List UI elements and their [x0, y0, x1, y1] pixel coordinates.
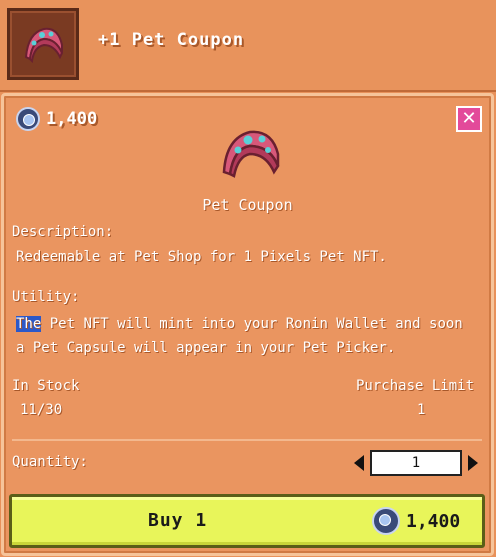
close-icon: ✕	[461, 108, 477, 129]
quantity-decrease-icon[interactable]	[354, 455, 364, 471]
quantity-label: Quantity:	[12, 454, 88, 470]
item-price: 1,400	[16, 107, 97, 131]
utility-text-line1: The Pet NFT will mint into your Ronin Wa…	[16, 312, 463, 336]
in-stock-value: 11/30	[20, 402, 63, 418]
item-name: Pet Coupon	[202, 196, 293, 214]
utility-text-line1-rest: Pet NFT will mint into your Ronin Wallet…	[41, 316, 463, 332]
quantity-input[interactable]: 1	[370, 450, 462, 476]
pixel-coin-icon	[16, 107, 40, 131]
utility-label: Utility:	[12, 289, 80, 305]
purchase-limit-value: 1	[417, 402, 426, 418]
quantity-stepper: 1	[354, 450, 478, 476]
pet-coupon-icon	[222, 130, 280, 178]
item-detail-panel: 1,400 ✕ Pet Coupon Description: Redeemab…	[1, 93, 494, 556]
pet-coupon-icon	[24, 27, 64, 64]
pixel-coin-icon	[372, 507, 400, 535]
close-button[interactable]: ✕	[456, 106, 482, 132]
reward-header: +1 Pet Coupon	[0, 0, 496, 92]
purchase-limit-label: Purchase Limit	[356, 378, 475, 394]
utility-text-line2: a Pet Capsule will appear in your Pet Pi…	[16, 340, 396, 356]
in-stock-label: In Stock	[12, 378, 80, 394]
description-label: Description:	[12, 224, 114, 240]
selected-text[interactable]: The	[16, 316, 42, 332]
buy-button-label: Buy 1	[148, 510, 208, 531]
header-title: +1 Pet Coupon	[98, 30, 245, 50]
buy-button-price: 1,400	[372, 507, 460, 535]
buy-button[interactable]: Buy 1 1,400	[9, 494, 485, 548]
description-text: Redeemable at Pet Shop for 1 Pixels Pet …	[16, 249, 387, 265]
buy-price-value: 1,400	[406, 510, 461, 532]
divider	[12, 439, 482, 441]
quantity-increase-icon[interactable]	[468, 455, 478, 471]
pet-coupon-thumbnail	[7, 8, 79, 80]
item-price-value: 1,400	[46, 109, 98, 129]
